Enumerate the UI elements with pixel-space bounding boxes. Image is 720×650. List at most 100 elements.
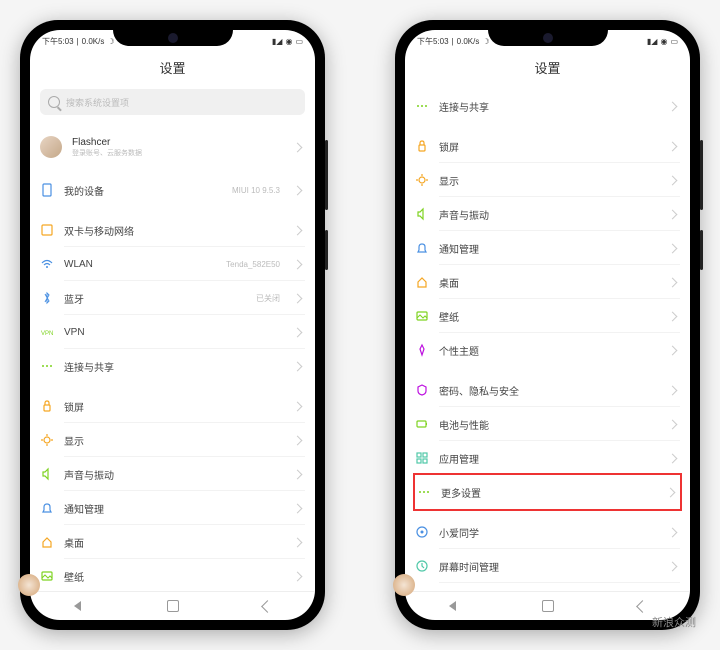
setting-security[interactable]: 密码、隐私与安全 bbox=[415, 373, 680, 407]
setting-home[interactable]: 桌面 bbox=[40, 525, 305, 559]
setting-vpn[interactable]: VPNVPN bbox=[40, 315, 305, 349]
setting-lock[interactable]: 锁屏 bbox=[415, 129, 680, 163]
device-icon bbox=[40, 183, 54, 197]
search-input[interactable]: 搜索系统设置项 bbox=[40, 89, 305, 115]
account-row[interactable]: Flashcer登录账号、云服务数据 bbox=[40, 127, 305, 167]
battery-icon: ▭ bbox=[670, 37, 678, 46]
apps-icon bbox=[415, 451, 429, 465]
nav-back-button[interactable] bbox=[628, 602, 658, 611]
bt-icon bbox=[40, 291, 54, 305]
setting-bt[interactable]: 蓝牙已关闭 bbox=[40, 281, 305, 315]
nav-home-button[interactable] bbox=[533, 600, 563, 612]
setting-sound[interactable]: 声音与振动 bbox=[415, 197, 680, 231]
setting-xiaoai[interactable]: 小爱同学 bbox=[415, 515, 680, 549]
nav-menu-button[interactable] bbox=[438, 601, 468, 611]
home-icon bbox=[415, 275, 429, 289]
wifi-icon: ◉ bbox=[660, 37, 667, 46]
setting-special[interactable]: 特色功能 bbox=[415, 583, 680, 591]
phone-right: 下午5:03|0.0K/s☽ ▮◢◉▭ 设置 连接与共享 锁屏显示声音与振动通知… bbox=[395, 20, 700, 630]
setting-display[interactable]: 显示 bbox=[415, 163, 680, 197]
notif-icon bbox=[415, 241, 429, 255]
chevron-right-icon bbox=[293, 503, 303, 513]
xiaoai-icon bbox=[415, 525, 429, 539]
screen-time-icon bbox=[415, 559, 429, 573]
chevron-right-icon bbox=[668, 561, 678, 571]
sim-icon bbox=[40, 223, 54, 237]
setting-wall[interactable]: 壁纸 bbox=[415, 299, 680, 333]
chevron-right-icon bbox=[666, 487, 676, 497]
nav-menu-button[interactable] bbox=[63, 601, 93, 611]
power-button bbox=[325, 230, 328, 270]
wall-icon bbox=[40, 569, 54, 583]
chevron-right-icon bbox=[293, 327, 303, 337]
setting-notif[interactable]: 通知管理 bbox=[415, 231, 680, 265]
security-icon bbox=[415, 383, 429, 397]
setting-notif[interactable]: 通知管理 bbox=[40, 491, 305, 525]
notif-icon bbox=[40, 501, 54, 515]
chevron-right-icon bbox=[668, 175, 678, 185]
avatar bbox=[40, 136, 62, 158]
setting-sound[interactable]: 声音与振动 bbox=[40, 457, 305, 491]
setting-apps[interactable]: 应用管理 bbox=[415, 441, 680, 475]
chevron-right-icon bbox=[293, 225, 303, 235]
lock-icon bbox=[415, 139, 429, 153]
sound-icon bbox=[40, 467, 54, 481]
decoration-badge bbox=[18, 574, 40, 596]
chevron-right-icon bbox=[293, 571, 303, 581]
settings-list-left[interactable]: Flashcer登录账号、云服务数据 我的设备MIUI 10 9.5.3 双卡与… bbox=[30, 121, 315, 591]
setting-display[interactable]: 显示 bbox=[40, 423, 305, 457]
wlan-icon bbox=[40, 257, 54, 271]
setting-more-set[interactable]: 更多设置 bbox=[413, 473, 682, 511]
setting-screen-time[interactable]: 屏幕时间管理 bbox=[415, 549, 680, 583]
vpn-icon: VPN bbox=[40, 325, 54, 339]
battery-icon: ▭ bbox=[295, 37, 303, 46]
chevron-right-icon bbox=[668, 345, 678, 355]
setting-sim[interactable]: 双卡与移动网络 bbox=[40, 213, 305, 247]
chevron-right-icon bbox=[668, 453, 678, 463]
status-bar: 下午5:03|0.0K/s☽ ▮◢◉▭ bbox=[30, 30, 315, 52]
chevron-right-icon bbox=[293, 401, 303, 411]
status-bar: 下午5:03|0.0K/s☽ ▮◢◉▭ bbox=[405, 30, 690, 52]
setting-device[interactable]: 我的设备MIUI 10 9.5.3 bbox=[40, 173, 305, 207]
display-icon bbox=[40, 433, 54, 447]
setting-lock[interactable]: 锁屏 bbox=[40, 389, 305, 423]
volume-button bbox=[700, 140, 703, 210]
nav-bar bbox=[405, 591, 690, 620]
setting-battery[interactable]: 电池与性能 bbox=[415, 407, 680, 441]
watermark: 新浪众测 bbox=[652, 614, 696, 630]
nav-back-button[interactable] bbox=[253, 602, 283, 611]
setting-wall[interactable]: 壁纸 bbox=[40, 559, 305, 591]
home-icon bbox=[40, 535, 54, 549]
chevron-right-icon bbox=[668, 243, 678, 253]
more-conn-icon bbox=[40, 359, 54, 373]
more-conn-icon bbox=[415, 99, 429, 113]
nav-home-button[interactable] bbox=[158, 600, 188, 612]
setting-theme[interactable]: 个性主题 bbox=[415, 333, 680, 367]
chevron-right-icon bbox=[668, 385, 678, 395]
sound-icon bbox=[415, 207, 429, 221]
setting-more-conn[interactable]: 连接与共享 bbox=[415, 89, 680, 123]
page-title: 设置 bbox=[405, 52, 690, 83]
display-icon bbox=[415, 173, 429, 187]
more-set-icon bbox=[417, 485, 431, 499]
wall-icon bbox=[415, 309, 429, 323]
chevron-right-icon bbox=[668, 527, 678, 537]
setting-wlan[interactable]: WLANTenda_582E50 bbox=[40, 247, 305, 281]
chevron-right-icon bbox=[668, 101, 678, 111]
chevron-right-icon bbox=[668, 311, 678, 321]
signal-icon: ▮◢ bbox=[272, 37, 283, 46]
settings-list-right[interactable]: 连接与共享 锁屏显示声音与振动通知管理桌面壁纸个性主题 密码、隐私与安全电池与性… bbox=[405, 83, 690, 591]
setting-more-conn[interactable]: 连接与共享 bbox=[40, 349, 305, 383]
chevron-right-icon bbox=[293, 259, 303, 269]
chevron-right-icon bbox=[293, 185, 303, 195]
phone-left: 下午5:03|0.0K/s☽ ▮◢◉▭ 设置 搜索系统设置项 Flashcer登… bbox=[20, 20, 325, 630]
decoration-badge bbox=[393, 574, 415, 596]
wifi-icon: ◉ bbox=[285, 37, 292, 46]
setting-home[interactable]: 桌面 bbox=[415, 265, 680, 299]
svg-text:VPN: VPN bbox=[41, 331, 53, 337]
volume-button bbox=[325, 140, 328, 210]
search-icon bbox=[48, 96, 60, 108]
chevron-right-icon bbox=[293, 469, 303, 479]
chevron-right-icon bbox=[668, 419, 678, 429]
nav-bar bbox=[30, 591, 315, 620]
